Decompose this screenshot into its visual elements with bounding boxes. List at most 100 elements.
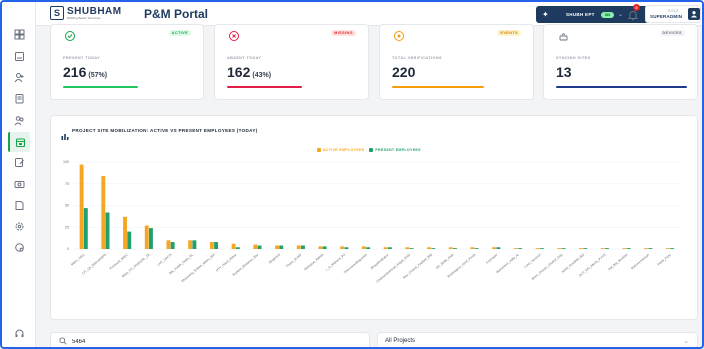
bar-present bbox=[626, 248, 631, 249]
settings-gear-icon[interactable] bbox=[11, 218, 27, 234]
bar-present bbox=[431, 248, 436, 249]
dashboard-grid-icon[interactable] bbox=[11, 26, 27, 42]
app-frame: S SHUBHAM Building Better Tomorrow P&M P… bbox=[0, 0, 704, 349]
bar-present bbox=[648, 248, 653, 249]
bar-present bbox=[474, 248, 479, 249]
bar-active bbox=[231, 243, 236, 249]
notification-count-badge: 0 bbox=[633, 4, 640, 11]
x-tick-label: Thane_RVRP bbox=[285, 253, 303, 269]
search-box[interactable] bbox=[50, 332, 370, 347]
x-tick-label: Lund_Vaccinol bbox=[523, 253, 542, 270]
support-icon[interactable] bbox=[11, 325, 27, 341]
team-icon[interactable] bbox=[11, 112, 27, 128]
x-tick-label: DP_WHR_Park bbox=[435, 252, 455, 270]
bar-present bbox=[409, 248, 414, 249]
bar-present bbox=[301, 245, 305, 249]
bar-present bbox=[453, 248, 457, 249]
add-user-icon[interactable] bbox=[11, 69, 27, 85]
clipboard-icon[interactable] bbox=[11, 90, 27, 106]
topbar: S SHUBHAM Building Better Tomorrow P&M P… bbox=[36, 2, 702, 26]
bar-present bbox=[496, 247, 501, 249]
bar-active bbox=[513, 248, 518, 249]
app-title: P&M Portal bbox=[144, 7, 209, 21]
bar-active bbox=[79, 164, 84, 249]
stat-label: ABSENT TODAY bbox=[227, 56, 262, 60]
bar-present bbox=[561, 248, 566, 249]
x-tick-label: L_S_Mahana_Pd bbox=[325, 253, 347, 272]
bar-active bbox=[492, 247, 497, 249]
bar-active bbox=[535, 248, 540, 249]
project-select[interactable]: All Projects ⌄ bbox=[377, 332, 698, 347]
stat-accent-bar bbox=[556, 86, 687, 88]
stat-accent-bar bbox=[63, 86, 138, 88]
stat-card-syncing: DEVICES SYNCING SITES 13 bbox=[543, 24, 698, 100]
sync-icon bbox=[558, 31, 568, 41]
stat-card-verifications: EVENTS TOTAL VERIFICATIONS 220 bbox=[379, 24, 534, 100]
location-settings-icon[interactable] bbox=[11, 239, 27, 255]
bar-active bbox=[166, 240, 171, 249]
bar-active bbox=[557, 248, 562, 249]
x-tick-label: Thiruvananthapuram bbox=[343, 252, 368, 274]
bar-present bbox=[170, 242, 175, 249]
calendar-icon[interactable] bbox=[8, 132, 30, 152]
bar-present bbox=[279, 245, 284, 249]
x-tick-label: Koynagar bbox=[485, 252, 499, 264]
sidebar bbox=[2, 2, 36, 347]
stat-accent-bar bbox=[392, 86, 484, 88]
status-badge: DEVICES bbox=[659, 30, 685, 36]
bar-present bbox=[583, 248, 588, 249]
bar-active bbox=[275, 245, 279, 249]
x-tick-label: Metro_2011 bbox=[70, 253, 86, 267]
bar-active bbox=[427, 247, 431, 249]
check-circle-icon bbox=[65, 31, 75, 41]
bar-present bbox=[105, 212, 110, 249]
stat-value: 216 (57%) bbox=[63, 64, 107, 80]
y-tick-label: 50 bbox=[65, 204, 69, 208]
report-icon[interactable] bbox=[11, 48, 27, 64]
bar-active bbox=[405, 247, 410, 249]
stat-value: 13 bbox=[556, 64, 572, 80]
user-menu[interactable]: ROLE SUPERADMIN bbox=[645, 5, 701, 23]
file-icon[interactable] bbox=[11, 197, 27, 213]
bar-active bbox=[209, 242, 214, 249]
x-tick-label: Hal_Bal_Mumbai bbox=[607, 253, 628, 272]
chevron-down-icon: ⌄ bbox=[617, 12, 623, 18]
bar-active bbox=[296, 245, 301, 249]
bar-active bbox=[123, 216, 127, 249]
status-badge: MISSING bbox=[331, 30, 356, 36]
payments-icon[interactable] bbox=[11, 176, 27, 192]
bar-active bbox=[253, 244, 258, 249]
shift-label: SHUBH EPT bbox=[566, 12, 595, 17]
bar-present bbox=[344, 247, 349, 249]
user-role-label: ROLE bbox=[668, 9, 679, 13]
search-icon bbox=[59, 337, 67, 345]
x-tick-label: LHT_1/ACN bbox=[157, 252, 173, 267]
stat-number: 13 bbox=[556, 64, 572, 80]
user-avatar-icon bbox=[688, 8, 700, 20]
stat-card-absent: MISSING ABSENT TODAY 162 (43%) bbox=[214, 24, 369, 100]
document-edit-icon[interactable] bbox=[11, 154, 27, 170]
sparkle-icon: ✦ bbox=[542, 10, 549, 19]
x-tick-label: Mahuvyoranayn bbox=[630, 253, 650, 271]
bar-present bbox=[83, 208, 88, 249]
x-tick-label: Bhqlrnnel bbox=[268, 253, 281, 265]
stat-number: 216 bbox=[63, 64, 87, 80]
bar-present bbox=[387, 247, 392, 249]
bar-present bbox=[149, 228, 153, 249]
status-badge: EVENTS bbox=[497, 30, 521, 36]
stat-percent: (43%) bbox=[252, 72, 272, 79]
chevron-down-icon: ⌄ bbox=[683, 338, 689, 345]
user-role: SUPERADMIN bbox=[650, 14, 683, 19]
bar-present bbox=[670, 248, 675, 249]
search-input[interactable] bbox=[72, 336, 352, 347]
shift-status-badge: ON bbox=[600, 11, 614, 18]
bar-active bbox=[644, 248, 649, 249]
bar-chart: 0255075100Metro_2011CIT_Qn_Metro/ANPN Pon… bbox=[63, 160, 681, 284]
stat-value: 220 bbox=[392, 64, 415, 80]
logo-name: SHUBHAM bbox=[67, 5, 122, 17]
stat-percent: (57%) bbox=[88, 72, 108, 79]
y-tick-label: 75 bbox=[65, 182, 69, 186]
bar-present bbox=[127, 231, 132, 249]
company-logo[interactable]: S SHUBHAM Building Better Tomorrow bbox=[50, 6, 122, 20]
bar-present bbox=[192, 240, 197, 249]
